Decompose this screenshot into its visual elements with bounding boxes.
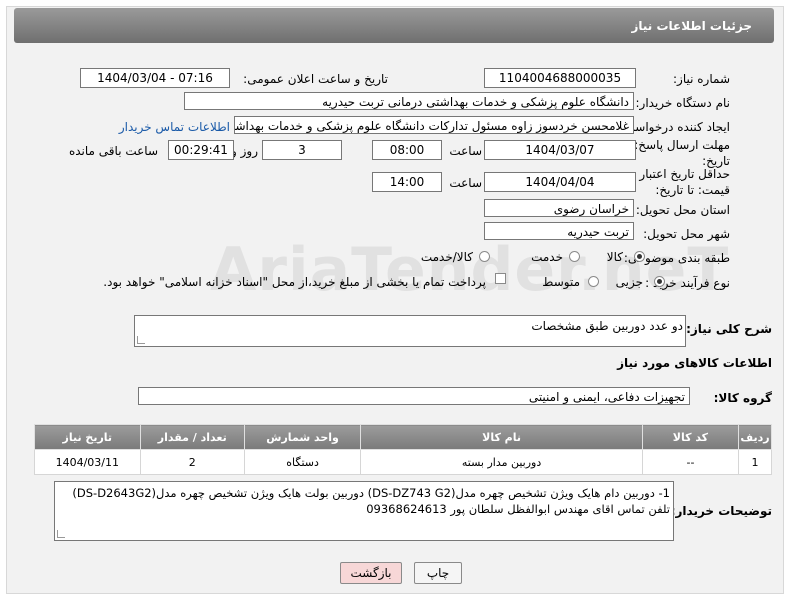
back-button[interactable]: بازگشت [340,562,402,584]
days-field: 3 [262,140,342,160]
announce-field: 1404/03/04 - 07:16 [80,68,230,88]
price-validity-date-field: 1404/04/04 [484,172,636,192]
cell-need-date: 1404/03/11 [34,449,141,475]
process-minor-radio[interactable] [654,276,665,287]
table-row: 1 -- دوربین مدار بسته دستگاه 2 1404/03/1… [34,449,772,475]
deadline-date-field: 1404/03/07 [484,140,636,160]
need-number-label: شماره نیاز: [673,72,730,86]
buyer-notes-field: 1- دوربین دام هایک ویژن تشخیص چهره مدل(D… [54,481,674,541]
category-goods-service-radio[interactable] [479,251,490,262]
province-label: استان محل تحویل: [635,203,730,217]
remaining-time-field: 00:29:41 [168,140,234,160]
category-service-label: خدمت [531,250,563,264]
deadline-time-field: 08:00 [372,140,442,160]
col-header-need-date: تاریخ نیاز [34,424,141,450]
price-validity-time-field: 14:00 [372,172,442,192]
city-field: تربت حیدریه [484,222,634,240]
category-goods-label: کالا [606,250,623,264]
resize-grip-icon[interactable] [137,336,145,344]
cell-code: -- [641,449,740,475]
buyer-org-field: دانشگاه علوم پزشکی و خدمات بهداشتی درمان… [184,92,634,110]
cell-row-number: 1 [738,449,772,475]
category-goods-radio[interactable] [634,251,645,262]
summary-label: شرح کلی نیاز: [686,322,772,336]
payment-note: پرداخت تمام یا بخشی از مبلغ خرید،از محل … [103,275,486,289]
resize-grip-icon[interactable] [57,530,65,538]
province-field: خراسان رضوی [484,199,634,217]
creator-field: غلامحسن خردسوز زاوه مسئول تدارکات دانشگا… [234,116,634,134]
print-button[interactable]: چاپ [414,562,462,584]
items-table: ردیف کد کالا نام کالا واحد شمارش تعداد /… [34,424,772,475]
process-medium-label: متوسط [542,275,580,289]
cell-name: دوربین مدار بسته [360,449,643,475]
buyer-notes-label: توضیحات خریدار: [670,504,772,518]
col-header-row-number: ردیف [738,424,772,450]
process-minor-label: جزیی [615,275,643,289]
buyer-notes-line1: 1- دوربین دام هایک ویژن تشخیص چهره مدل(D… [72,486,670,500]
deadline-label: مهلت ارسال پاسخ: تا تاریخ: [623,138,730,168]
city-label: شهر محل تحویل: [643,227,730,241]
cell-unit: دستگاه [243,449,362,475]
creator-label: ایجاد کننده درخواست: [619,120,730,134]
page-title: جزئیات اطلاعات نیاز [631,19,752,33]
treasury-payment-checkbox[interactable] [495,273,506,284]
days-label: روز و [231,144,258,158]
buyer-contact-link[interactable]: اطلاعات تماس خریدار [119,120,230,134]
table-header-row: ردیف کد کالا نام کالا واحد شمارش تعداد /… [34,424,772,450]
title-bar: جزئیات اطلاعات نیاز [14,8,774,43]
goods-group-field: تجهیزات دفاعی، ایمنی و امنیتی [138,387,690,405]
remaining-label: ساعت باقی مانده [68,144,158,158]
summary-field: دو عدد دوربین طبق مشخصات [134,315,686,347]
process-medium-radio[interactable] [588,276,599,287]
col-header-unit: واحد شمارش [243,424,362,450]
goods-info-title: اطلاعات کالاهای مورد نیاز [617,356,772,370]
buyer-org-label: نام دستگاه خریدار: [635,96,731,110]
category-service-radio[interactable] [569,251,580,262]
buyer-notes-line2: تلفن تماس اقای مهندس ابوالفظل سلطان پور … [366,502,670,516]
cell-quantity: 2 [139,449,245,475]
goods-group-label: گروه کالا: [713,391,772,405]
need-number-field: 1104004688000035 [484,68,636,88]
col-header-name: نام کالا [360,424,643,450]
col-header-code: کد کالا [641,424,740,450]
summary-text: دو عدد دوربین طبق مشخصات [531,319,683,333]
category-goods-service-label: کالا/خدمت [420,250,473,264]
announce-label: تاریخ و ساعت اعلان عمومی: [243,72,388,86]
price-validity-time-label: ساعت [449,176,482,190]
deadline-time-label: ساعت [449,144,482,158]
col-header-quantity: تعداد / مقدار [139,424,245,450]
